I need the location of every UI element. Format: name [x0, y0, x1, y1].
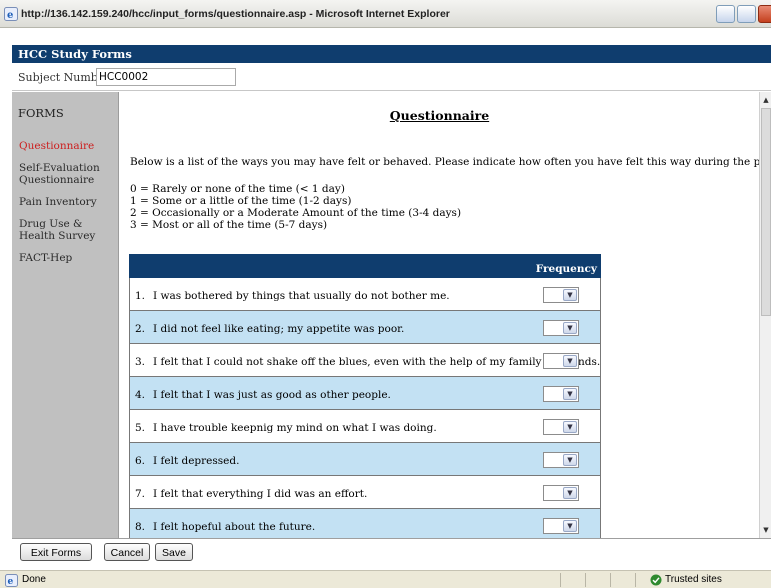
frequency-select[interactable]: ▼	[543, 485, 579, 501]
question-text: I was bothered by things that usually do…	[153, 290, 450, 302]
internet-explorer-icon: e	[4, 7, 18, 21]
table-row: 2. I did not feel like eating; my appeti…	[129, 311, 601, 344]
sidebar-item-drug-use[interactable]: Drug Use & Health Survey	[19, 218, 117, 242]
window-titlebar: e http://136.142.159.240/hcc/input_forms…	[0, 0, 771, 28]
question-number: 5.	[135, 422, 146, 434]
question-number: 4.	[135, 389, 146, 401]
sidebar-item-self-evaluation[interactable]: Self-Evaluation Questionnaire	[19, 162, 117, 186]
status-divider	[635, 573, 636, 587]
table-row: 3. I felt that I could not shake off the…	[129, 344, 601, 377]
page-title: Questionnaire	[389, 108, 490, 123]
frequency-select[interactable]: ▼	[543, 353, 579, 369]
scroll-thumb[interactable]	[761, 108, 771, 316]
question-number: 3.	[135, 356, 146, 368]
instructions-text: Below is a list of the ways you may have…	[130, 156, 759, 168]
scale-line: 0 = Rarely or none of the time (< 1 day)	[130, 183, 345, 195]
questionnaire-panel: Questionnaire Below is a list of the way…	[120, 92, 759, 538]
frequency-scale: 0 = Rarely or none of the time (< 1 day)…	[130, 183, 461, 231]
checkmark-icon	[650, 574, 662, 586]
exit-forms-button[interactable]: Exit Forms	[20, 543, 92, 561]
table-row: 8. I felt hopeful about the future. ▼	[129, 509, 601, 538]
question-text: I have trouble keepnig my mind on what I…	[153, 422, 437, 434]
sidebar-items: Questionnaire Self-Evaluation Questionna…	[19, 140, 117, 274]
cancel-button[interactable]: Cancel	[104, 543, 150, 561]
chevron-down-icon[interactable]: ▼	[563, 454, 577, 466]
chevron-down-icon[interactable]: ▼	[563, 421, 577, 433]
frequency-select[interactable]: ▼	[543, 287, 579, 303]
status-divider	[585, 573, 586, 587]
minimize-button[interactable]	[716, 5, 735, 23]
maximize-button[interactable]	[737, 5, 756, 23]
table-row: 4. I felt that I was just as good as oth…	[129, 377, 601, 410]
app-header: HCC Study Forms	[12, 45, 771, 63]
table-row: 1. I was bothered by things that usually…	[129, 278, 601, 311]
window-controls	[716, 5, 771, 23]
sidebar-item-pain-inventory[interactable]: Pain Inventory	[19, 196, 117, 208]
status-divider	[610, 573, 611, 587]
scale-line: 3 = Most or all of the time (5-7 days)	[130, 219, 328, 231]
questions-table: Frequency 1. I was bothered by things th…	[129, 254, 601, 538]
form-footer: Exit Forms Cancel Save	[12, 538, 771, 564]
chevron-down-icon[interactable]: ▼	[563, 355, 577, 367]
question-number: 7.	[135, 488, 146, 500]
vertical-scrollbar[interactable]: ▲ ▼	[759, 92, 771, 538]
security-zone: Trusted sites	[665, 574, 722, 585]
frequency-select[interactable]: ▼	[543, 419, 579, 435]
sidebar-item-fact-hep[interactable]: FACT-Hep	[19, 252, 117, 264]
sidebar-title: FORMS	[18, 106, 64, 120]
frequency-select[interactable]: ▼	[543, 386, 579, 402]
scale-line: 1 = Some or a little of the time (1-2 da…	[130, 195, 352, 207]
table-row: 5. I have trouble keepnig my mind on wha…	[129, 410, 601, 443]
scroll-up-icon[interactable]: ▲	[760, 94, 771, 106]
question-text: I felt that everything I did was an effo…	[153, 488, 368, 500]
status-divider	[560, 573, 561, 587]
chevron-down-icon[interactable]: ▼	[563, 520, 577, 532]
table-row: 6. I felt depressed. ▼	[129, 443, 601, 476]
question-text: I felt that I was just as good as other …	[153, 389, 391, 401]
status-text: Done	[22, 574, 46, 585]
frequency-select[interactable]: ▼	[543, 452, 579, 468]
forms-sidebar: FORMS Questionnaire Self-Evaluation Ques…	[12, 92, 119, 538]
frequency-column-header: Frequency	[535, 263, 597, 275]
scale-line: 2 = Occasionally or a Moderate Amount of…	[130, 207, 462, 219]
svg-text:e: e	[7, 10, 13, 21]
status-bar: e Done Trusted sites	[0, 570, 771, 588]
page-icon: e	[5, 574, 18, 587]
frequency-select[interactable]: ▼	[543, 518, 579, 534]
table-row: 7. I felt that everything I did was an e…	[129, 476, 601, 509]
question-text: I felt hopeful about the future.	[153, 521, 316, 533]
question-number: 1.	[135, 290, 146, 302]
chevron-down-icon[interactable]: ▼	[563, 289, 577, 301]
subject-row: Subject Number:	[12, 63, 771, 91]
subject-number-input[interactable]	[96, 68, 236, 86]
question-text: I felt depressed.	[153, 455, 240, 467]
question-number: 2.	[135, 323, 146, 335]
sidebar-item-questionnaire[interactable]: Questionnaire	[19, 140, 117, 152]
question-number: 6.	[135, 455, 146, 467]
svg-text:e: e	[8, 577, 14, 587]
window-title: http://136.142.159.240/hcc/input_forms/q…	[21, 8, 450, 20]
save-button[interactable]: Save	[155, 543, 193, 561]
chevron-down-icon[interactable]: ▼	[563, 322, 577, 334]
question-text: I felt that I could not shake off the bl…	[153, 356, 601, 368]
frequency-select[interactable]: ▼	[543, 320, 579, 336]
chevron-down-icon[interactable]: ▼	[563, 388, 577, 400]
question-number: 8.	[135, 521, 146, 533]
table-header: Frequency	[129, 254, 601, 278]
question-text: I did not feel like eating; my appetite …	[153, 323, 405, 335]
scroll-down-icon[interactable]: ▼	[760, 524, 771, 536]
chevron-down-icon[interactable]: ▼	[563, 487, 577, 499]
close-button[interactable]	[758, 5, 771, 23]
